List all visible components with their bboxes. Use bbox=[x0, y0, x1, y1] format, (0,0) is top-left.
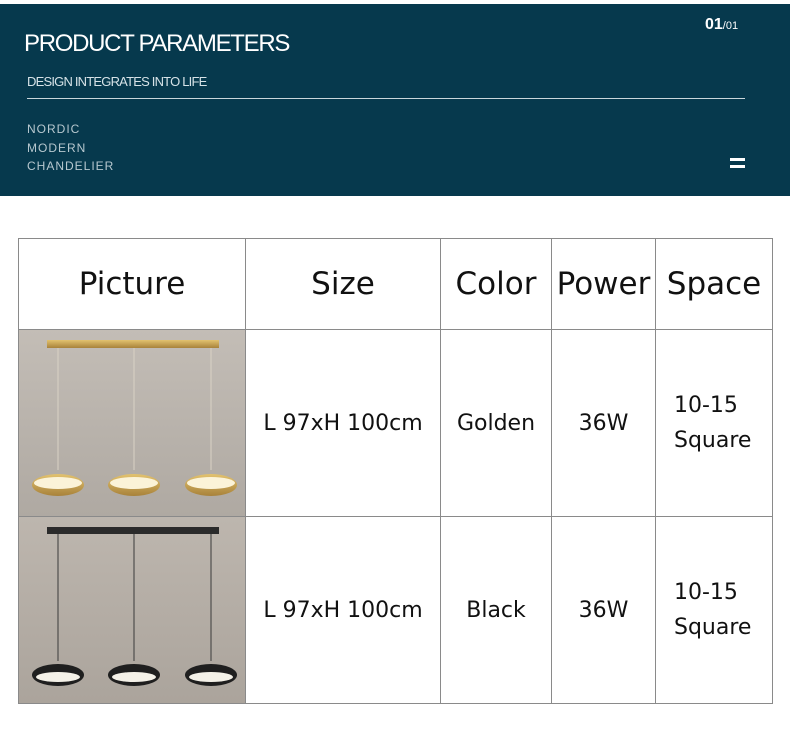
subtitle: DESIGN INTEGRATES INTO LIFE bbox=[27, 74, 207, 89]
parameters-table: Picture Size Color Power Space L 97xH 10… bbox=[18, 238, 773, 704]
menu-icon[interactable] bbox=[730, 158, 745, 170]
page-total: /01 bbox=[722, 20, 739, 32]
color-cell: Golden bbox=[440, 329, 552, 517]
header-power: Power bbox=[551, 238, 656, 330]
tag-list: NORDIC MODERN CHANDELIER bbox=[27, 120, 114, 176]
header-picture: Picture bbox=[18, 238, 246, 330]
header-space: Space bbox=[655, 238, 773, 330]
table-row: L 97xH 100cm Golden 36W 10-15 Square bbox=[18, 329, 773, 517]
space-value: 10-15 bbox=[674, 580, 738, 605]
tag-nordic: NORDIC bbox=[27, 122, 81, 136]
size-cell: L 97xH 100cm bbox=[245, 329, 441, 517]
divider bbox=[27, 98, 745, 99]
power-cell: 36W bbox=[551, 329, 656, 517]
page-current: 01 bbox=[705, 16, 723, 33]
tag-modern: MODERN bbox=[27, 140, 87, 155]
size-cell: L 97xH 100cm bbox=[245, 516, 441, 704]
black-lamp-image bbox=[18, 516, 246, 704]
color-cell: Black bbox=[440, 516, 552, 704]
power-cell: 36W bbox=[551, 516, 656, 704]
golden-lamp-image bbox=[18, 329, 246, 517]
space-value: 10-15 bbox=[674, 393, 738, 418]
page-indicator: 01/01 bbox=[705, 16, 738, 34]
page-title: PRODUCT PARAMETERS bbox=[24, 30, 290, 57]
tag-chandelier: CHANDELIER bbox=[27, 159, 115, 173]
header-color: Color bbox=[440, 238, 552, 330]
space-cell: 10-15 Square bbox=[655, 329, 773, 517]
space-unit: Square bbox=[674, 428, 752, 453]
table-row: L 97xH 100cm Black 36W 10-15 Square bbox=[18, 516, 773, 704]
space-cell: 10-15 Square bbox=[655, 516, 773, 704]
table-header-row: Picture Size Color Power Space bbox=[18, 238, 773, 330]
space-unit: Square bbox=[674, 615, 752, 640]
header-size: Size bbox=[245, 238, 441, 330]
header-banner: PRODUCT PARAMETERS 01/01 DESIGN INTEGRAT… bbox=[0, 4, 790, 196]
